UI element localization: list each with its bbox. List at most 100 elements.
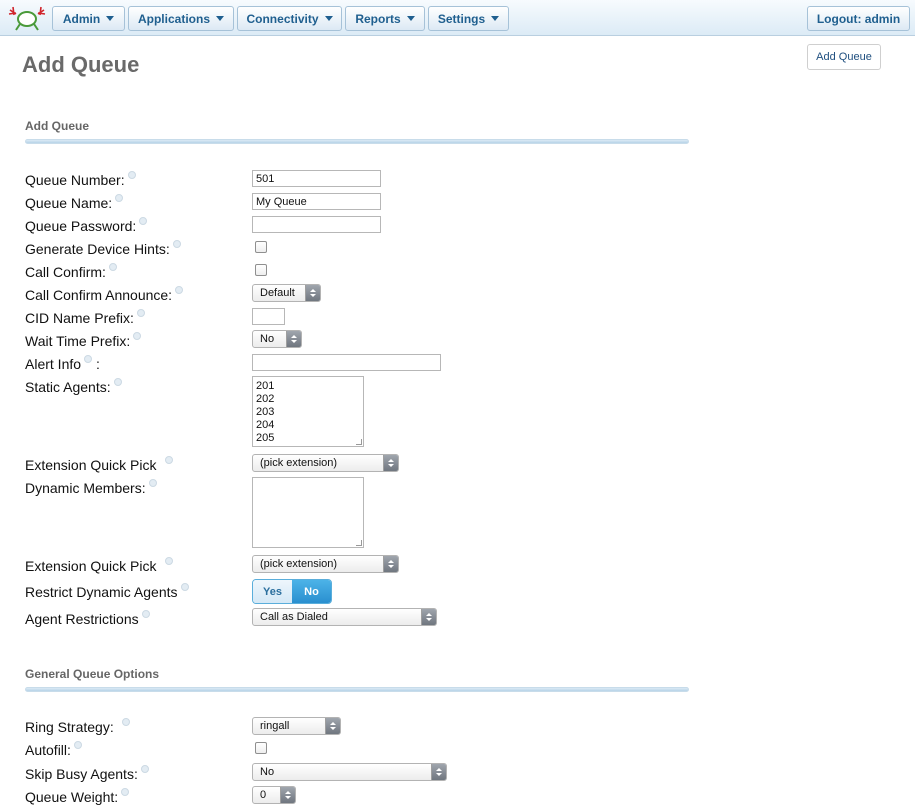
- restrict-dynamic-label-text: Restrict Dynamic Agents: [25, 584, 178, 600]
- nav-applications-label: Applications: [137, 11, 210, 26]
- help-icon[interactable]: [164, 456, 173, 464]
- help-icon[interactable]: [175, 286, 184, 294]
- call-confirm-announce-label: Call Confirm Announce:: [25, 286, 184, 304]
- logo-icon[interactable]: [6, 4, 48, 32]
- nav-settings-menu[interactable]: Settings: [428, 6, 509, 31]
- help-icon[interactable]: [136, 309, 145, 317]
- autofill-checkbox[interactable]: [255, 742, 267, 754]
- select-arrows-icon: [325, 718, 340, 734]
- wait-time-prefix-select[interactable]: No: [252, 330, 302, 348]
- help-icon[interactable]: [84, 355, 93, 363]
- help-icon[interactable]: [113, 378, 122, 386]
- call-confirm-checkbox[interactable]: [255, 264, 267, 276]
- queue-name-label: Queue Name:: [25, 194, 124, 212]
- queue-number-label-text: Queue Number:: [25, 172, 125, 188]
- select-arrows-icon: [280, 787, 295, 803]
- queue-password-input[interactable]: [252, 216, 381, 233]
- nav-admin-menu[interactable]: Admin: [52, 6, 125, 31]
- help-icon[interactable]: [139, 217, 148, 225]
- top-navbar: Admin Applications Connectivity Reports …: [0, 0, 915, 36]
- help-icon[interactable]: [172, 240, 181, 248]
- ext-quick-pick-label: Extension Quick Pick: [25, 456, 173, 474]
- alert-info-input[interactable]: [252, 354, 441, 371]
- ext-quick-pick-select[interactable]: (pick extension): [252, 454, 399, 472]
- ring-strategy-select[interactable]: ringall: [252, 717, 341, 735]
- static-agents-textarea[interactable]: 201 202 203 204 205: [252, 376, 364, 447]
- restrict-dynamic-yes-option[interactable]: Yes: [253, 580, 292, 603]
- help-icon[interactable]: [108, 263, 117, 271]
- help-icon[interactable]: [164, 557, 173, 565]
- agent-restrictions-value: Call as Dialed: [260, 611, 328, 623]
- nav-settings-label: Settings: [437, 11, 486, 26]
- resize-handle-icon[interactable]: [356, 439, 362, 445]
- help-icon[interactable]: [115, 194, 124, 202]
- add-queue-button[interactable]: Add Queue: [807, 44, 881, 70]
- skip-busy-select[interactable]: No: [252, 763, 447, 781]
- chevron-down-icon: [406, 16, 415, 21]
- select-arrows-icon: [305, 285, 320, 301]
- agent-restrictions-select[interactable]: Call as Dialed: [252, 608, 437, 626]
- queue-number-input[interactable]: 501: [252, 170, 381, 187]
- queue-name-value: My Queue: [256, 195, 307, 208]
- logout-button[interactable]: Logout: admin: [807, 6, 910, 31]
- restrict-dynamic-toggle[interactable]: Yes No: [252, 579, 332, 604]
- ext-quick-pick-2-label: Extension Quick Pick: [25, 557, 173, 575]
- skip-busy-label: Skip Busy Agents:: [25, 765, 149, 783]
- select-arrows-icon: [383, 455, 398, 471]
- help-icon[interactable]: [180, 583, 189, 591]
- ext-quick-pick-2-select[interactable]: (pick extension): [252, 555, 399, 573]
- ring-strategy-value: ringall: [260, 720, 290, 732]
- cid-prefix-input[interactable]: [252, 308, 285, 325]
- section-divider: [25, 139, 689, 144]
- dynamic-members-label-text: Dynamic Members:: [25, 480, 146, 496]
- static-agents-label: Static Agents:: [25, 378, 122, 396]
- queue-number-value: 501: [256, 172, 275, 185]
- ext-quick-pick-2-value: (pick extension): [260, 558, 338, 570]
- autofill-label: Autofill:: [25, 741, 82, 759]
- help-icon[interactable]: [140, 765, 149, 773]
- queue-weight-select[interactable]: 0: [252, 786, 296, 804]
- section-divider: [25, 687, 689, 692]
- device-hints-checkbox[interactable]: [255, 241, 267, 253]
- device-hints-label-text: Generate Device Hints:: [25, 241, 170, 257]
- select-arrows-icon: [286, 331, 301, 347]
- help-icon[interactable]: [127, 171, 136, 179]
- static-agents-label-text: Static Agents:: [25, 379, 111, 395]
- queue-weight-value: 0: [260, 789, 267, 801]
- help-icon[interactable]: [121, 788, 130, 796]
- help-icon[interactable]: [121, 718, 130, 726]
- wait-time-prefix-label-text: Wait Time Prefix:: [25, 333, 131, 349]
- ring-strategy-label-text: Ring Strategy:: [25, 719, 114, 735]
- nav-connectivity-menu[interactable]: Connectivity: [237, 6, 342, 31]
- dynamic-members-textarea[interactable]: [252, 477, 364, 548]
- logout-label: Logout: admin: [816, 11, 901, 26]
- alert-info-label: Alert Info:: [25, 355, 100, 373]
- nav-reports-menu[interactable]: Reports: [345, 6, 425, 31]
- chevron-down-icon: [216, 16, 224, 21]
- select-arrows-icon: [431, 764, 446, 780]
- resize-handle-icon[interactable]: [356, 540, 362, 546]
- agent-restrictions-label-text: Agent Restrictions: [25, 611, 139, 627]
- cid-prefix-label-text: CID Name Prefix:: [25, 310, 134, 326]
- queue-name-label-text: Queue Name:: [25, 195, 113, 211]
- nav-applications-menu[interactable]: Applications: [128, 6, 234, 31]
- help-icon[interactable]: [148, 479, 157, 487]
- call-confirm-announce-label-text: Call Confirm Announce:: [25, 287, 173, 303]
- queue-name-input[interactable]: My Queue: [252, 193, 381, 210]
- dynamic-members-label: Dynamic Members:: [25, 479, 157, 497]
- ext-quick-pick-label-text: Extension Quick Pick: [25, 457, 157, 473]
- call-confirm-label: Call Confirm:: [25, 263, 117, 281]
- help-icon[interactable]: [133, 332, 142, 340]
- call-confirm-announce-select[interactable]: Default: [252, 284, 321, 302]
- help-icon[interactable]: [73, 741, 82, 749]
- help-icon[interactable]: [141, 610, 150, 618]
- restrict-dynamic-no-option[interactable]: No: [292, 580, 331, 603]
- section-title-general-options: General Queue Options: [25, 667, 160, 681]
- agent-restrictions-label: Agent Restrictions: [25, 610, 150, 628]
- section-title-add-queue: Add Queue: [25, 119, 90, 133]
- select-arrows-icon: [421, 609, 436, 625]
- call-confirm-announce-value: Default: [260, 287, 295, 299]
- wait-time-prefix-value: No: [260, 333, 275, 345]
- autofill-label-text: Autofill:: [25, 742, 71, 758]
- device-hints-label: Generate Device Hints:: [25, 240, 181, 258]
